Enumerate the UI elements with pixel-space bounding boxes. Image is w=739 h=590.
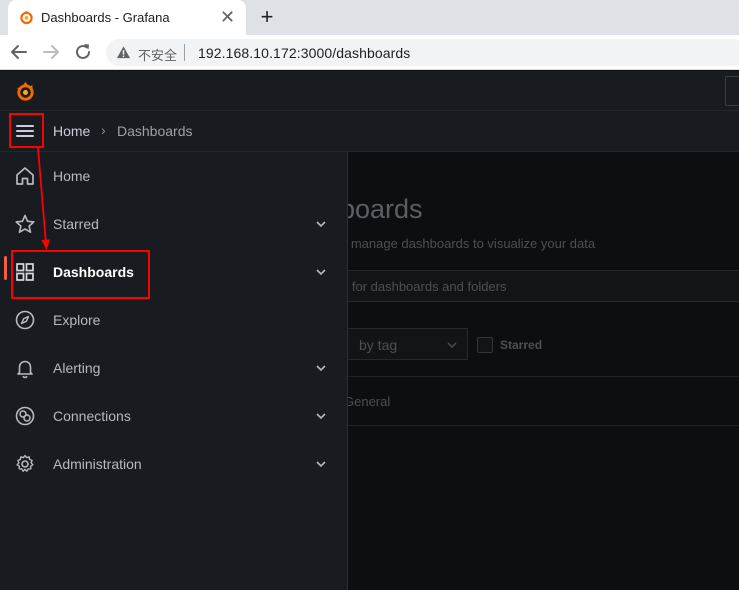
browser-tab-strip: Dashboards - Grafana ✕ +	[0, 0, 739, 35]
nav-item-explore[interactable]: Explore	[0, 296, 347, 344]
nav-label-administration: Administration	[53, 456, 142, 472]
back-arrow-icon[interactable]	[8, 41, 30, 63]
nav-label-explore: Explore	[53, 312, 101, 328]
compass-icon	[15, 310, 35, 330]
folder-name: General	[348, 394, 391, 409]
mega-menu: Home Starred Dashboards Explore Alerting…	[0, 152, 348, 590]
main-content-overlay: boards d manage dashboards to visualize …	[348, 152, 739, 590]
star-icon	[15, 214, 35, 233]
annotation-box-menu	[9, 113, 44, 148]
nav-item-starred[interactable]: Starred	[0, 200, 347, 248]
page-subtitle: d manage dashboards to visualize your da…	[348, 236, 596, 251]
chevron-down-icon[interactable]	[315, 218, 327, 230]
tab-title: Dashboards - Grafana	[41, 10, 170, 25]
url-text[interactable]: 192.168.10.172:3000/dashboards	[198, 45, 410, 61]
folder-row[interactable]: General	[348, 377, 739, 426]
breadcrumb-bar: Home › Dashboards	[0, 111, 739, 152]
annotation-box-dashboards	[11, 250, 150, 299]
nav-label-starred: Starred	[53, 216, 99, 232]
grafana-favicon-icon	[20, 10, 33, 25]
nav-item-connections[interactable]: Connections	[0, 392, 347, 440]
bell-icon	[17, 360, 33, 379]
nav-item-administration[interactable]: Administration	[0, 440, 347, 488]
starred-checkbox[interactable]	[477, 337, 493, 353]
chevron-down-icon[interactable]	[315, 266, 327, 278]
tag-filter-select[interactable]: by tag	[348, 328, 468, 360]
nav-label-connections: Connections	[53, 408, 131, 424]
connections-icon	[15, 406, 35, 426]
cog-icon	[16, 454, 34, 472]
nav-item-alerting[interactable]: Alerting	[0, 344, 347, 392]
breadcrumb-current: Dashboards	[117, 123, 193, 139]
url-divider	[184, 44, 185, 61]
search-placeholder: h for dashboards and folders	[348, 279, 507, 294]
chevron-down-icon[interactable]	[315, 458, 327, 470]
dashboard-search-input[interactable]: h for dashboards and folders	[348, 270, 739, 302]
search-button-edge[interactable]	[725, 76, 739, 106]
starred-filter-label: Starred	[500, 338, 543, 352]
not-secure-label: 不安全	[138, 48, 178, 63]
browser-tab[interactable]: Dashboards - Grafana ✕	[8, 0, 246, 35]
nav-item-home[interactable]: Home	[0, 152, 347, 200]
home-icon	[16, 167, 34, 185]
browser-toolbar: 不安全 192.168.10.172:3000/dashboards	[0, 35, 739, 70]
chevron-down-icon[interactable]	[315, 410, 327, 422]
address-bar[interactable]: 不安全 192.168.10.172:3000/dashboards	[106, 39, 739, 66]
new-tab-button[interactable]: +	[256, 6, 278, 28]
page-title: boards	[348, 194, 423, 224]
chevron-down-icon[interactable]	[315, 362, 327, 374]
tag-filter-label: by tag	[359, 337, 398, 353]
close-tab-icon[interactable]: ✕	[219, 8, 236, 26]
warning-triangle-icon[interactable]	[116, 45, 131, 60]
forward-arrow-icon[interactable]	[40, 41, 62, 63]
grafana-logo-icon[interactable]	[14, 80, 37, 103]
nav-label-home: Home	[53, 168, 91, 184]
chevron-down-icon	[447, 342, 457, 349]
active-indicator	[4, 256, 7, 280]
breadcrumb-separator: ›	[101, 122, 106, 138]
reload-icon[interactable]	[72, 41, 94, 63]
breadcrumb-home[interactable]: Home	[53, 123, 90, 139]
grafana-top-bar	[0, 71, 739, 111]
nav-label-alerting: Alerting	[53, 360, 101, 376]
